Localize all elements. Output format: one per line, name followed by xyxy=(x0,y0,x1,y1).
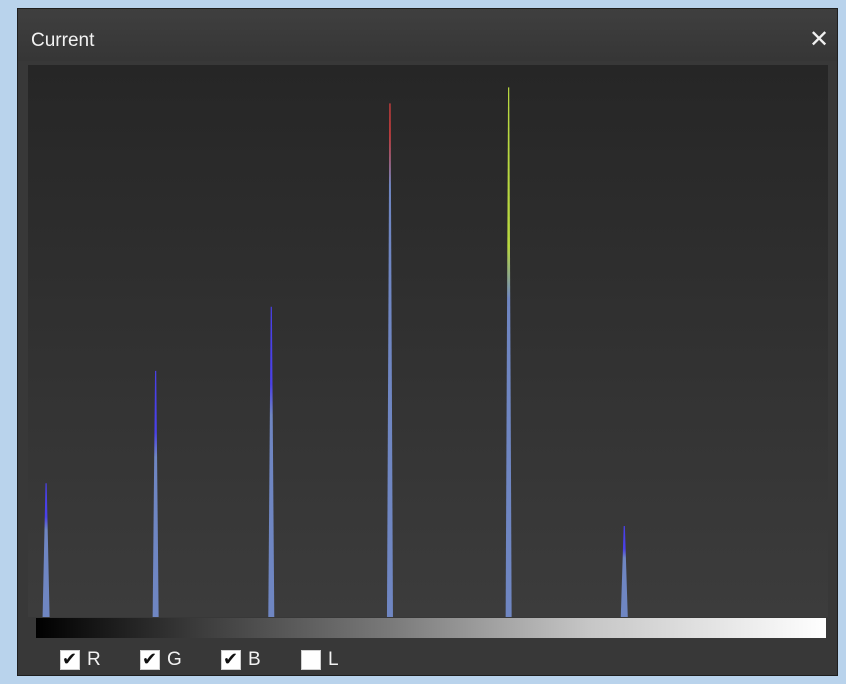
channel-r-checkbox[interactable]: ✔ xyxy=(60,649,80,670)
checkmark-icon xyxy=(303,649,321,669)
checkmark-icon: ✔ xyxy=(223,649,239,670)
histogram-spike xyxy=(386,103,393,617)
histogram-panel: Current ✕ ✔ R ✔ G ✔ B L xyxy=(17,8,838,676)
checkmark-icon: ✔ xyxy=(62,649,78,670)
checkmark-icon: ✔ xyxy=(142,649,158,670)
channel-b-checkbox[interactable]: ✔ xyxy=(221,649,241,670)
histogram-spike xyxy=(505,87,512,617)
close-icon[interactable]: ✕ xyxy=(807,27,831,51)
histogram-spike xyxy=(268,306,275,617)
luminance-gradient-bar xyxy=(36,618,826,638)
channel-b-label: B xyxy=(248,649,261,670)
histogram-plot xyxy=(28,65,828,617)
panel-titlebar: Current ✕ xyxy=(18,9,837,61)
channel-l-checkbox[interactable] xyxy=(301,650,321,670)
channel-g-label: G xyxy=(167,649,182,670)
channel-toggles: ✔ R ✔ G ✔ B L xyxy=(18,647,418,675)
histogram-spike xyxy=(620,526,628,617)
channel-g-checkbox[interactable]: ✔ xyxy=(140,649,160,670)
histogram-spike xyxy=(42,483,50,617)
panel-title: Current xyxy=(31,30,95,51)
channel-l-label: L xyxy=(328,649,339,670)
histogram-svg xyxy=(42,87,628,617)
histogram-spike xyxy=(152,370,159,617)
channel-r-label: R xyxy=(87,649,101,670)
